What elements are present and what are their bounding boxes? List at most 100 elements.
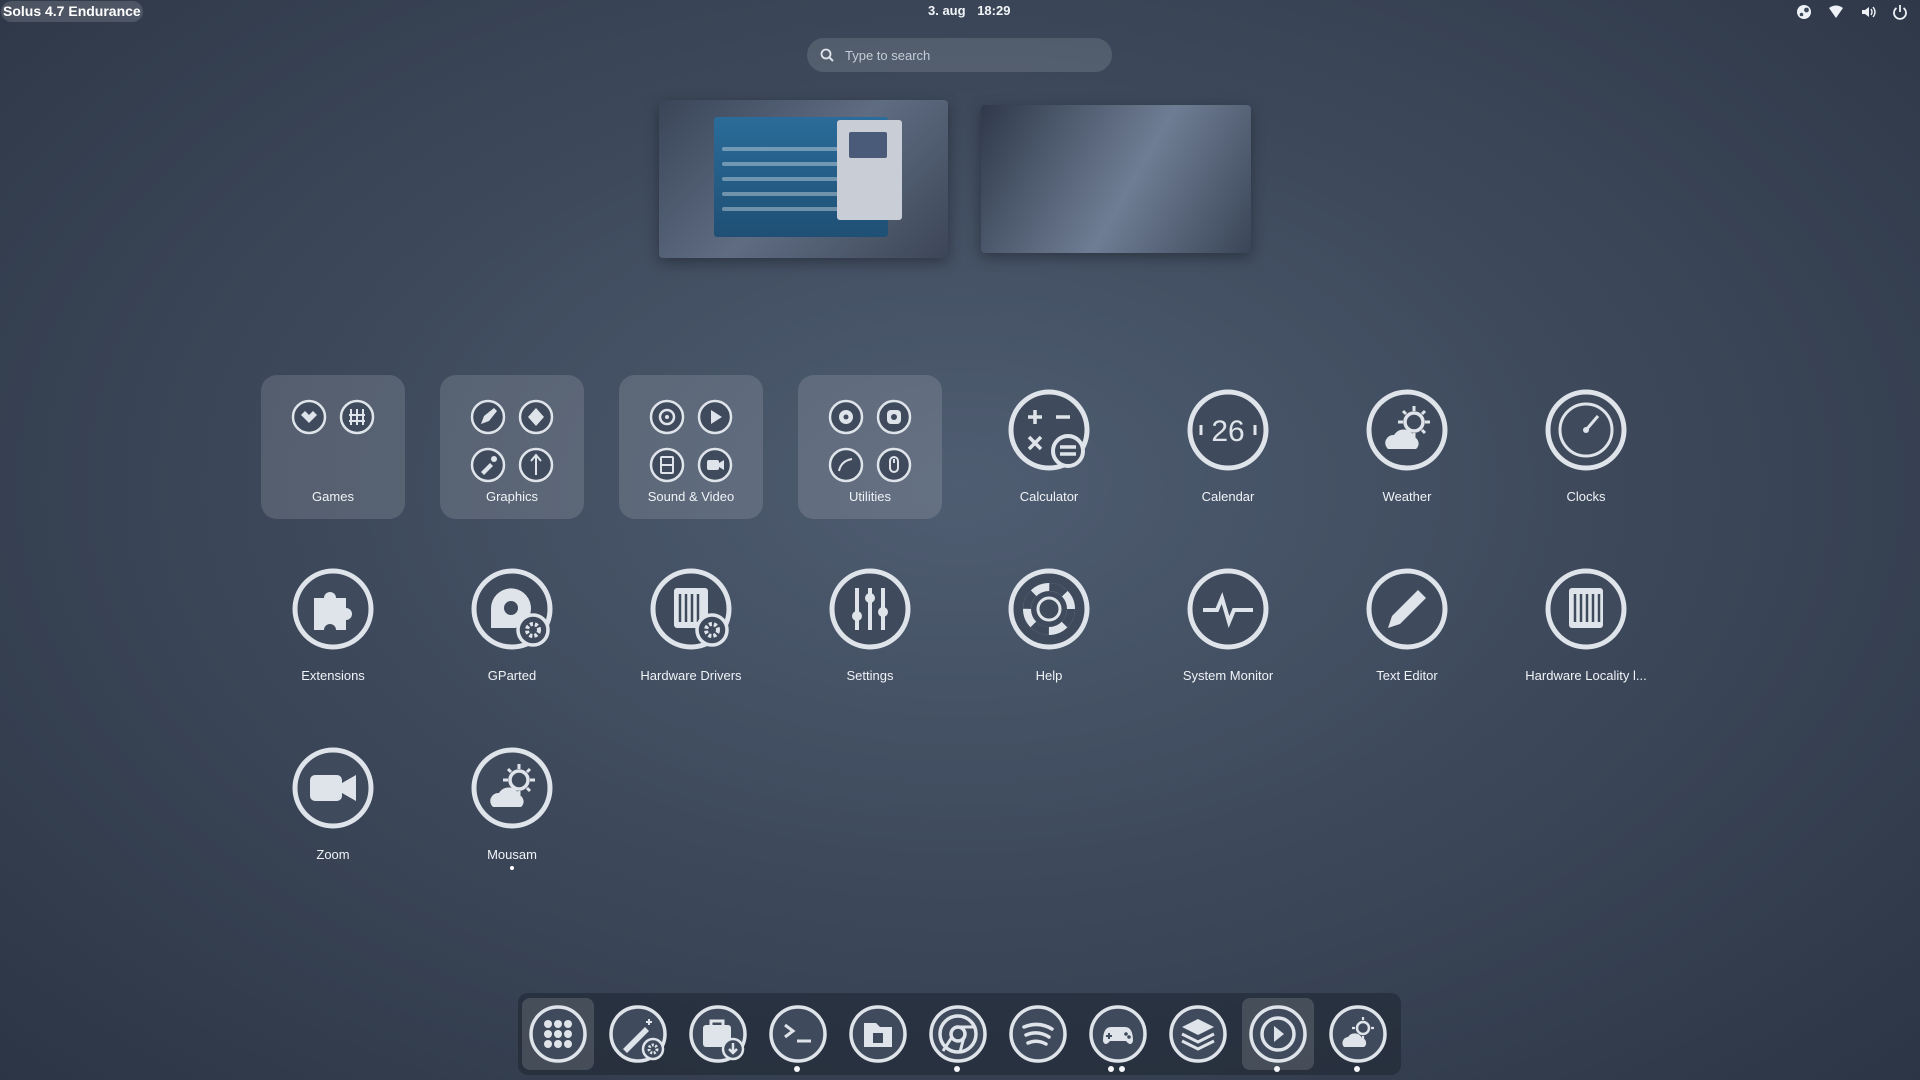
running-indicator bbox=[954, 1066, 960, 1072]
app-extensions[interactable]: Extensions bbox=[261, 554, 405, 698]
app-label: Weather bbox=[1382, 489, 1432, 504]
dock-app-grid[interactable] bbox=[522, 998, 594, 1070]
pen-icon bbox=[464, 393, 512, 441]
running-indicator bbox=[1274, 1066, 1280, 1072]
dock-layers[interactable] bbox=[1162, 998, 1234, 1070]
app-hardware-drivers[interactable]: Hardware Drivers bbox=[619, 554, 763, 698]
running-indicator bbox=[1119, 1066, 1125, 1072]
chip-icon bbox=[650, 568, 732, 650]
calendar-icon: 26 bbox=[1187, 389, 1269, 471]
app-label: Graphics bbox=[485, 489, 539, 504]
screenshot-icon bbox=[870, 393, 918, 441]
folder-utilities[interactable]: Utilities bbox=[798, 375, 942, 519]
date-time[interactable]: 3. aug 18:29 bbox=[924, 3, 1014, 18]
calculator-icon bbox=[1008, 389, 1090, 471]
app-label: Mousam bbox=[487, 847, 537, 862]
dock-chrome[interactable] bbox=[922, 998, 994, 1070]
mouse-icon bbox=[870, 441, 918, 489]
image-viewer-icon bbox=[512, 393, 560, 441]
app-label: Clocks bbox=[1566, 489, 1606, 504]
gparted-icon bbox=[471, 568, 553, 650]
search-icon bbox=[820, 48, 834, 62]
chrome-icon bbox=[929, 1005, 987, 1063]
workspace-thumbnail-2[interactable] bbox=[981, 105, 1251, 253]
search-input[interactable] bbox=[843, 46, 1097, 64]
top-bar: Solus 4.7 Endurance 3. aug 18:29 bbox=[0, 0, 1920, 25]
film-icon bbox=[643, 441, 691, 489]
gamepad-icon bbox=[1089, 1005, 1147, 1063]
app-settings[interactable]: Settings bbox=[798, 554, 942, 698]
chip-icon bbox=[1545, 568, 1627, 650]
date-text: 3. aug bbox=[928, 3, 966, 18]
app-label: Extensions bbox=[301, 668, 365, 683]
dock-spotify[interactable] bbox=[1002, 998, 1074, 1070]
time-text: 18:29 bbox=[977, 3, 1011, 18]
play-icon bbox=[691, 393, 739, 441]
folder-games[interactable]: Games bbox=[261, 375, 405, 519]
tweaks-icon bbox=[609, 1005, 667, 1063]
app-system-monitor[interactable]: System Monitor bbox=[1156, 554, 1300, 698]
volume-icon[interactable] bbox=[1858, 3, 1878, 21]
app-label: Hardware Locality l... bbox=[1525, 668, 1647, 683]
clipboard-icon bbox=[822, 441, 870, 489]
music-icon bbox=[643, 393, 691, 441]
dock-terminal[interactable] bbox=[762, 998, 834, 1070]
terminal-icon bbox=[769, 1005, 827, 1063]
vector-icon bbox=[512, 441, 560, 489]
power-icon[interactable] bbox=[1890, 3, 1910, 21]
search-bar[interactable] bbox=[807, 38, 1112, 72]
app-label: Settings bbox=[846, 668, 894, 683]
app-label: Utilities bbox=[849, 489, 891, 504]
app-zoom[interactable]: Zoom bbox=[261, 733, 405, 877]
folder-graphics[interactable]: Graphics bbox=[440, 375, 584, 519]
dock-software-center[interactable] bbox=[682, 998, 754, 1070]
video-camera-icon bbox=[292, 747, 374, 829]
app-calendar[interactable]: 26 Calendar bbox=[1156, 375, 1300, 519]
app-mousam[interactable]: Mousam bbox=[440, 733, 584, 877]
app-label: Text Editor bbox=[1376, 668, 1438, 683]
dock-games[interactable] bbox=[1082, 998, 1154, 1070]
layers-icon bbox=[1169, 1005, 1227, 1063]
app-label: Sound & Video bbox=[647, 489, 735, 504]
weather-icon bbox=[471, 747, 553, 829]
dock-weather[interactable] bbox=[1322, 998, 1394, 1070]
app-label: Hardware Drivers bbox=[640, 668, 742, 683]
sliders-icon bbox=[829, 568, 911, 650]
running-indicator bbox=[510, 866, 514, 870]
activity-icon bbox=[1187, 568, 1269, 650]
app-help[interactable]: Help bbox=[977, 554, 1121, 698]
spotify-icon bbox=[1009, 1005, 1067, 1063]
files-icon bbox=[849, 1005, 907, 1063]
activities-button[interactable]: Solus 4.7 Endurance bbox=[1, 1, 143, 22]
puzzle-icon bbox=[292, 568, 374, 650]
app-label: Calendar bbox=[1201, 489, 1255, 504]
running-indicator bbox=[1108, 1066, 1114, 1072]
media-player-icon bbox=[1249, 1005, 1307, 1063]
dock bbox=[518, 993, 1401, 1075]
game-icon bbox=[333, 393, 381, 441]
app-calculator[interactable]: Calculator bbox=[977, 375, 1121, 519]
lifebuoy-icon bbox=[1008, 568, 1090, 650]
app-gparted[interactable]: GParted bbox=[440, 554, 584, 698]
app-label: Calculator bbox=[1019, 489, 1079, 504]
app-label: Zoom bbox=[316, 847, 350, 862]
app-label: System Monitor bbox=[1182, 668, 1274, 683]
wifi-icon[interactable] bbox=[1826, 3, 1846, 21]
app-hardware-locality[interactable]: Hardware Locality l... bbox=[1514, 554, 1658, 698]
app-grid-icon bbox=[529, 1005, 587, 1063]
software-center-icon bbox=[689, 1005, 747, 1063]
window-thumbnail-2[interactable] bbox=[837, 120, 902, 220]
dock-tweaks[interactable] bbox=[602, 998, 674, 1070]
dock-media-player[interactable] bbox=[1242, 998, 1314, 1070]
workspace-thumbnail-1[interactable] bbox=[659, 100, 948, 258]
app-clocks[interactable]: Clocks bbox=[1514, 375, 1658, 519]
calendar-day: 26 bbox=[1211, 415, 1244, 448]
clock-icon bbox=[1545, 389, 1627, 471]
dock-files[interactable] bbox=[842, 998, 914, 1070]
folder-sound-video[interactable]: Sound & Video bbox=[619, 375, 763, 519]
steam-icon[interactable] bbox=[1794, 3, 1814, 21]
app-weather[interactable]: Weather bbox=[1335, 375, 1479, 519]
app-text-editor[interactable]: Text Editor bbox=[1335, 554, 1479, 698]
app-label: GParted bbox=[487, 668, 537, 683]
weather-icon bbox=[1366, 389, 1448, 471]
